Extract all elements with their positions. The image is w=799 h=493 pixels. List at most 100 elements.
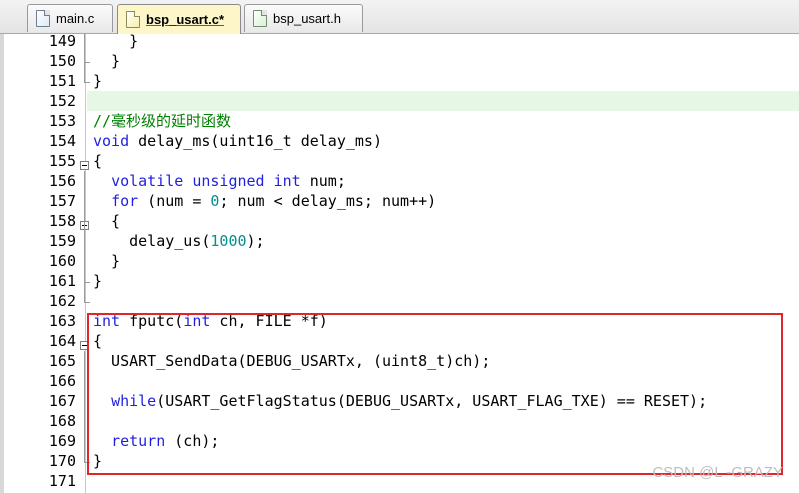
code-line[interactable]: 152 <box>49 91 799 111</box>
line-number: 158 <box>48 212 76 230</box>
tab-label: main.c <box>56 11 95 26</box>
comment-token: //毫秒级的延时函数 <box>93 112 232 130</box>
fold-guide <box>84 62 90 63</box>
tab-bsp-usart-c[interactable]: bsp_usart.c* <box>117 4 241 34</box>
code-text: } <box>93 71 102 91</box>
keyword-token: int <box>183 312 211 330</box>
code-token: (USART_GetFlagStatus(DEBUG_USARTx, USART… <box>156 392 708 410</box>
line-number: 153 <box>48 112 76 130</box>
code-token: } <box>93 34 139 50</box>
code-line[interactable]: 163 int fputc(int ch, FILE *f) <box>0 311 799 331</box>
code-line[interactable]: 155 { <box>0 151 799 171</box>
line-number: 160 <box>48 252 76 270</box>
code-line[interactable]: 151} <box>0 71 799 91</box>
line-number: 149 <box>48 34 76 50</box>
code-token: } <box>93 52 121 70</box>
code-text: } <box>93 51 120 71</box>
tab-main-c[interactable]: main.c <box>27 4 113 32</box>
code-line[interactable]: 159 delay_us(1000); <box>0 231 799 251</box>
line-number: 171 <box>48 472 76 490</box>
code-token: ; num < delay_ms; num++) <box>219 192 437 210</box>
h-file-icon <box>253 10 267 27</box>
line-number: 159 <box>48 232 76 250</box>
code-line[interactable]: 162 <box>0 291 799 311</box>
code-line[interactable]: 160 } <box>0 251 799 271</box>
fold-toggle-icon[interactable] <box>80 161 89 170</box>
line-number: 163 <box>48 312 76 330</box>
code-token: } <box>93 452 103 470</box>
number-token: 1000 <box>210 232 247 250</box>
code-token: { <box>93 332 103 350</box>
tab-bsp-usart-h[interactable]: bsp_usart.h <box>244 4 363 32</box>
code-text: //毫秒级的延时函数 <box>93 111 231 131</box>
code-line[interactable]: 166 <box>0 371 799 391</box>
line-number: 156 <box>48 172 76 190</box>
code-text: { <box>93 211 120 231</box>
code-text: while(USART_GetFlagStatus(DEBUG_USARTx, … <box>93 391 707 411</box>
code-line[interactable]: 165 USART_SendData(DEBUG_USARTx, (uint8_… <box>0 351 799 371</box>
code-line[interactable]: 156 volatile unsigned int num; <box>0 171 799 191</box>
code-text: void delay_ms(uint16_t delay_ms) <box>93 131 382 151</box>
code-text: } <box>93 251 120 271</box>
code-text: delay_us(1000); <box>93 231 265 251</box>
code-line[interactable]: 157 for (num = 0; num < delay_ms; num++) <box>0 191 799 211</box>
watermark: CSDN @L -GRAZY <box>652 464 783 481</box>
c-file-icon <box>36 10 50 27</box>
code-text: { <box>93 331 102 351</box>
code-text: int fputc(int ch, FILE *f) <box>93 311 328 331</box>
line-number: 164 <box>48 332 76 350</box>
code-token: ); <box>246 232 265 250</box>
line-number: 157 <box>48 192 76 210</box>
fold-guide <box>84 351 85 462</box>
code-token: num; <box>300 172 346 190</box>
code-token: USART_SendData(DEBUG_USARTx, (uint8_t)ch… <box>93 352 491 370</box>
c-file-icon <box>126 11 140 28</box>
line-number: 150 <box>48 52 76 70</box>
code-token: fputc( <box>120 312 184 330</box>
code-text: } <box>93 451 102 471</box>
fold-guide <box>84 82 90 83</box>
code-line[interactable]: 168 <box>0 411 799 431</box>
code-line[interactable]: 154 void delay_ms(uint16_t delay_ms) <box>0 131 799 151</box>
line-number: 152 <box>48 92 76 110</box>
code-line[interactable]: 169 return (ch); <box>0 431 799 451</box>
code-token: ch, FILE *f) <box>210 312 328 330</box>
keyword-token: volatile <box>111 172 184 190</box>
keyword-token: return <box>111 432 166 450</box>
line-number: 162 <box>48 292 76 310</box>
code-line[interactable]: 153 //毫秒级的延时函数 <box>0 111 799 131</box>
line-number: 161 <box>48 272 76 290</box>
keyword-token: for <box>111 192 139 210</box>
code-editor[interactable]: 149 } 150 } 151} 152 153//毫秒级的延时函数 154 void de… <box>0 34 799 493</box>
code-text: } <box>93 34 138 51</box>
line-number: 154 <box>48 132 76 150</box>
code-line[interactable]: 164 { <box>0 331 799 351</box>
code-text: volatile unsigned int num; <box>93 171 346 191</box>
code-line[interactable]: 149 } <box>0 34 799 51</box>
keyword-token: int <box>93 312 121 330</box>
code-text: USART_SendData(DEBUG_USARTx, (uint8_t)ch… <box>93 351 490 371</box>
line-number: 169 <box>48 432 76 450</box>
code-token: { <box>93 212 121 230</box>
code-line[interactable]: 161} <box>0 271 799 291</box>
code-text: { <box>93 151 102 171</box>
keyword-token: int <box>273 172 301 190</box>
fold-toggle-icon[interactable] <box>80 341 89 350</box>
keyword-token: unsigned <box>192 172 265 190</box>
code-line[interactable]: 150 } <box>0 51 799 71</box>
code-token: } <box>93 272 103 290</box>
fold-guide <box>84 282 90 283</box>
code-text: for (num = 0; num < delay_ms; num++) <box>93 191 436 211</box>
keyword-token: while <box>111 392 157 410</box>
code-text: return (ch); <box>93 431 219 451</box>
code-line[interactable]: 158 { <box>0 211 799 231</box>
code-token: { <box>93 152 103 170</box>
code-line[interactable]: 167 while(USART_GetFlagStatus(DEBUG_USAR… <box>0 391 799 411</box>
tab-label: bsp_usart.c* <box>146 12 225 27</box>
